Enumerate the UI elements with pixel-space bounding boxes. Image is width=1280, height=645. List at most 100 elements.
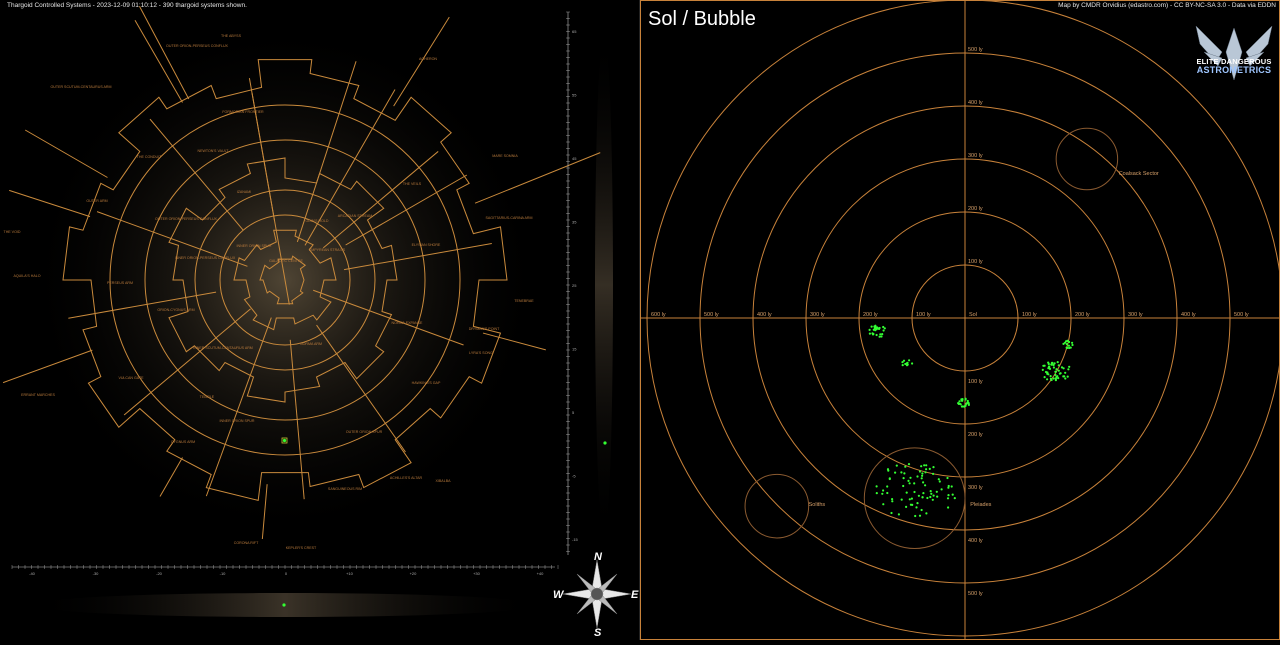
thargoid-system — [875, 327, 878, 330]
x-axis-label: 100 ly — [916, 312, 931, 318]
region-label: VULCAN GATE — [118, 376, 144, 380]
thargoid-system — [879, 333, 882, 336]
region-label: INNER ORION SPUR — [220, 419, 255, 423]
thargoid-system — [947, 486, 950, 489]
thargoid-system — [872, 332, 875, 336]
galaxy-map-svg[interactable]: THE ABYSS ACHERON OUTER ORION-PERSEUS CONF… — [0, 0, 640, 640]
thargoid-system — [932, 466, 935, 469]
ring-label-down: 300 ly — [968, 485, 983, 491]
y-tick-label: 5 — [572, 410, 575, 415]
logo-line2: ASTROMETRICS — [1196, 65, 1272, 75]
thargoid-system — [905, 505, 908, 508]
thargoid-system — [911, 362, 914, 365]
ring-label: 100 ly — [968, 259, 983, 265]
thargoid-system — [907, 463, 911, 466]
region-label: DRYMAN'S POINT — [469, 327, 500, 331]
thargoid-system — [1050, 378, 1053, 382]
bubble-marker-dot — [282, 438, 287, 443]
nebula-label: Coalsack Sector — [1119, 171, 1159, 177]
x-axis-label: 200 ly — [1075, 312, 1090, 318]
region-label: NORMA EXPANSE — [392, 321, 423, 325]
thargoid-system — [883, 327, 886, 330]
region-label: TEMPLE — [200, 395, 215, 399]
ring-label: 400 ly — [968, 100, 983, 106]
bubble-map-svg[interactable]: 100 ly 200 ly 300 ly 400 ly 500 ly 100 ly 200 … — [640, 0, 1280, 640]
thargoid-system — [888, 477, 891, 480]
thargoid-system — [1057, 369, 1060, 372]
nebula-label: Soliths — [809, 502, 826, 508]
y-tick-label: -5 — [572, 474, 576, 479]
thargoid-system — [920, 465, 923, 468]
thargoid-system — [882, 489, 885, 492]
thargoid-system — [1056, 375, 1059, 378]
thargoid-system — [913, 490, 916, 494]
thargoid-system — [966, 401, 969, 404]
thargoid-system — [868, 332, 871, 335]
thargoid-system — [890, 511, 893, 515]
thargoid-system — [882, 329, 885, 332]
region-label: ACHERON — [419, 57, 437, 61]
region-label: XIBALBA — [436, 479, 452, 483]
y-tick-label: 15 — [572, 347, 577, 352]
thargoid-system — [886, 468, 890, 471]
galaxy-side-view — [595, 30, 613, 540]
compass-w: W — [553, 589, 565, 601]
thargoid-system — [902, 477, 905, 480]
thargoid-system — [875, 333, 878, 337]
thargoid-system — [924, 484, 927, 487]
galaxy-map[interactable]: THE ABYSS ACHERON OUTER ORION-PERSEUS CONF… — [0, 0, 640, 640]
thargoid-system — [917, 494, 920, 497]
thargoid-system — [1043, 376, 1046, 379]
thargoid-system — [918, 470, 922, 473]
x-tick-label: +30 — [473, 571, 481, 576]
thargoid-system — [881, 492, 884, 495]
region-label: NEWTON'S VAULT — [197, 149, 229, 153]
bubble-title: Sol / Bubble — [648, 8, 756, 30]
compass-e: E — [631, 589, 639, 601]
thargoid-system — [946, 476, 949, 480]
thargoid-system — [932, 472, 935, 475]
thargoid-system — [891, 498, 894, 501]
bubble-map[interactable]: 100 ly 200 ly 300 ly 400 ly 500 ly 100 ly 200 … — [640, 0, 1280, 640]
region-label: CORONA RIFT — [234, 541, 259, 545]
nebula-circle — [863, 447, 966, 550]
thargoid-system — [1066, 339, 1069, 342]
y-tick-label: 65 — [572, 29, 577, 34]
thargoid-system — [1047, 373, 1050, 376]
thargoid-system — [1068, 346, 1071, 350]
y-tick-label: 35 — [572, 220, 577, 225]
thargoid-system — [1052, 377, 1055, 380]
bubble-labels: 100 ly 200 ly 300 ly 400 ly 500 ly 100 ly 200 … — [651, 47, 1249, 597]
thargoid-system — [916, 475, 919, 478]
x-tick-label: -30 — [93, 571, 100, 576]
thargoid-system — [1054, 373, 1057, 376]
thargoid-system — [1055, 368, 1058, 371]
thargoid-system — [880, 335, 883, 338]
thargoid-system — [894, 471, 897, 474]
thargoid-system — [953, 497, 956, 500]
thargoid-system — [868, 328, 871, 331]
thargoid-system — [967, 403, 970, 406]
thargoid-system — [1052, 366, 1055, 369]
thargoid-system — [1041, 368, 1044, 371]
x-tick-label: -20 — [156, 571, 163, 576]
thargoid-system — [1068, 365, 1071, 368]
thargoid-system — [921, 472, 924, 475]
thargoid-system — [1054, 379, 1057, 382]
region-label: TENEBRAE — [514, 299, 534, 303]
x-axis-label: 400 ly — [757, 312, 772, 318]
thargoid-system — [921, 496, 924, 499]
region-label: GALACTIC CENTRE — [269, 259, 303, 263]
region-label: LYRA'S SONG — [469, 351, 493, 355]
region-label: AQUILA'S HALO — [13, 274, 40, 278]
thargoid-system — [874, 329, 877, 332]
thargoid-system — [950, 485, 953, 488]
thargoid-system — [875, 492, 878, 495]
thargoid-system — [901, 364, 904, 367]
thargoid-system — [906, 361, 909, 364]
thargoid-system — [959, 403, 962, 406]
thargoid-system — [881, 333, 884, 336]
thargoid-system — [1062, 342, 1065, 345]
thargoid-system — [940, 488, 943, 491]
thargoid-system — [1046, 378, 1049, 381]
